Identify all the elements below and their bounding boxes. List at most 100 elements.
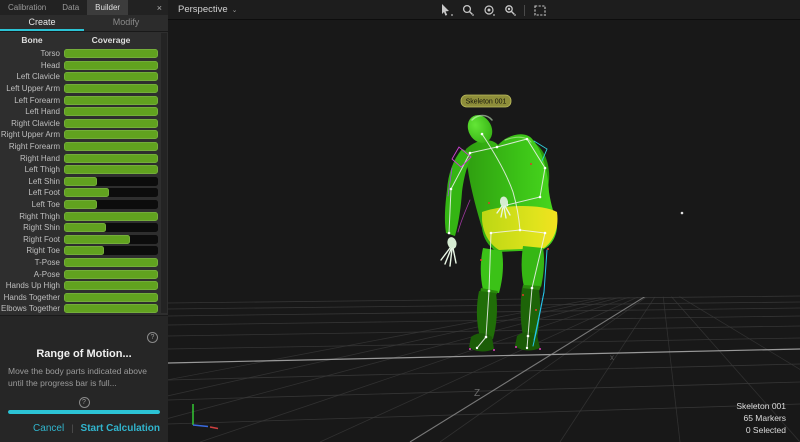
bone-row: Torso bbox=[0, 48, 168, 60]
bone-label: Left Shin bbox=[0, 177, 64, 186]
orbit-eye-icon[interactable] bbox=[482, 4, 495, 17]
coverage-bar-fill bbox=[64, 107, 158, 116]
range-of-motion-section: ? Range of Motion... Move the body parts… bbox=[0, 315, 168, 442]
selection-stats: Skeleton 001 65 Markers 0 Selected bbox=[736, 400, 786, 436]
bone-row: Left Thigh bbox=[0, 164, 168, 176]
bone-label: Right Toe bbox=[0, 246, 64, 255]
coverage-bar-fill bbox=[64, 304, 158, 313]
subtab-modify[interactable]: Modify bbox=[84, 15, 168, 31]
bone-row: A-Pose bbox=[0, 268, 168, 280]
tab-calibration[interactable]: Calibration bbox=[0, 0, 54, 15]
close-icon[interactable]: × bbox=[151, 0, 168, 15]
stray-marker-dot bbox=[681, 212, 684, 215]
toolbar-divider bbox=[524, 5, 525, 16]
start-calculation-button[interactable]: Start Calculation bbox=[81, 423, 160, 434]
bone-row: Right Upper Arm bbox=[0, 129, 168, 141]
bone-row: Left Forearm bbox=[0, 94, 168, 106]
bone-row: Left Upper Arm bbox=[0, 83, 168, 95]
coverage-bar-fill bbox=[64, 270, 158, 279]
skeleton-badge-label: Skeleton 001 bbox=[466, 99, 507, 106]
viewport-toolbar: Perspective ⌄ bbox=[168, 0, 800, 20]
scene-canvas[interactable]: Z x bbox=[168, 20, 800, 442]
bone-label: Hands Up High bbox=[0, 281, 64, 290]
bone-label: Right Shin bbox=[0, 223, 64, 232]
tab-data[interactable]: Data bbox=[54, 0, 87, 15]
bone-row: Right Shin bbox=[0, 222, 168, 234]
bone-label: Elbows Together bbox=[0, 304, 64, 313]
bone-label: Hands Together bbox=[0, 293, 64, 302]
bone-row: Right Forearm bbox=[0, 141, 168, 153]
bone-label: Right Forearm bbox=[0, 142, 64, 151]
bone-row: Left Clavicle bbox=[0, 71, 168, 83]
coverage-bar-track bbox=[64, 96, 158, 105]
coverage-bar-fill bbox=[64, 200, 97, 209]
viewport-tools bbox=[440, 0, 546, 20]
bone-label: Left Toe bbox=[0, 200, 64, 209]
column-header-coverage: Coverage bbox=[64, 35, 168, 45]
coverage-bar-fill bbox=[64, 177, 97, 186]
coverage-bar-track bbox=[64, 177, 158, 186]
axis-label-x: x bbox=[610, 353, 614, 362]
panel-tabbar: Calibration Data Builder × bbox=[0, 0, 168, 15]
bone-row: Right Foot bbox=[0, 234, 168, 246]
coverage-bar-track bbox=[64, 223, 158, 232]
coverage-bar-fill bbox=[64, 49, 158, 58]
coverage-bar-track bbox=[64, 49, 158, 58]
skeleton-figure bbox=[441, 111, 557, 352]
left-hand bbox=[441, 236, 458, 266]
bone-label: Right Clavicle bbox=[0, 119, 64, 128]
viewport-3d[interactable]: Perspective ⌄ bbox=[168, 0, 800, 442]
bone-row: Left Hand bbox=[0, 106, 168, 118]
stats-skeleton-name: Skeleton 001 bbox=[736, 400, 786, 412]
coverage-bar-fill bbox=[64, 258, 158, 267]
bone-row: Left Foot bbox=[0, 187, 168, 199]
perspective-dropdown[interactable]: Perspective ⌄ bbox=[168, 4, 248, 15]
rom-description: Move the body parts indicated above unti… bbox=[8, 366, 160, 390]
help-icon-secondary[interactable]: ? bbox=[79, 397, 90, 408]
coverage-bar-track bbox=[64, 61, 158, 70]
coverage-bar-track bbox=[64, 304, 158, 313]
coverage-bar-track bbox=[64, 154, 158, 163]
builder-subtabs: Create Modify bbox=[0, 15, 168, 32]
button-separator: | bbox=[71, 423, 73, 433]
coverage-bar-track bbox=[64, 107, 158, 116]
bone-label: Right Hand bbox=[0, 154, 64, 163]
bone-row: Right Hand bbox=[0, 152, 168, 164]
coverage-bar-track bbox=[64, 72, 158, 81]
coverage-bar-fill bbox=[64, 61, 158, 70]
skeleton-badge: Skeleton 001 bbox=[461, 95, 511, 107]
stats-selected-count: 0 Selected bbox=[736, 424, 786, 436]
bone-row: Hands Up High bbox=[0, 280, 168, 292]
bone-list: TorsoHeadLeft ClavicleLeft Upper ArmLeft… bbox=[0, 47, 168, 315]
bone-row: Left Toe bbox=[0, 199, 168, 211]
bone-row: Right Thigh bbox=[0, 210, 168, 222]
coverage-bar-fill bbox=[64, 246, 104, 255]
origin-axis-gizmo bbox=[193, 404, 218, 429]
bone-label: Head bbox=[0, 61, 64, 70]
coverage-bar-track bbox=[64, 235, 158, 244]
coverage-bar-track bbox=[64, 258, 158, 267]
coverage-bar-fill bbox=[64, 165, 158, 174]
subtab-create[interactable]: Create bbox=[0, 15, 84, 31]
tab-builder[interactable]: Builder bbox=[87, 0, 128, 15]
bone-label: Right Foot bbox=[0, 235, 64, 244]
marquee-select-icon[interactable] bbox=[533, 4, 546, 17]
bone-label: Left Clavicle bbox=[0, 72, 64, 81]
bone-row: Left Shin bbox=[0, 176, 168, 188]
cancel-button[interactable]: Cancel bbox=[33, 423, 64, 434]
bone-row: Elbows Together bbox=[0, 303, 168, 315]
bone-label: A-Pose bbox=[0, 270, 64, 279]
bone-label: Torso bbox=[0, 49, 64, 58]
stats-marker-count: 65 Markers bbox=[736, 412, 786, 424]
zoom-icon[interactable] bbox=[461, 4, 474, 17]
pan-select-icon[interactable] bbox=[503, 4, 516, 17]
panel-scrollbar[interactable] bbox=[161, 33, 167, 313]
bone-row: Head bbox=[0, 60, 168, 72]
cursor-icon[interactable] bbox=[440, 4, 453, 17]
coverage-bar-fill bbox=[64, 293, 158, 302]
help-icon[interactable]: ? bbox=[147, 332, 158, 343]
bone-row: Right Clavicle bbox=[0, 118, 168, 130]
coverage-bar-fill bbox=[64, 96, 158, 105]
coverage-bar-track bbox=[64, 212, 158, 221]
column-header-bone: Bone bbox=[0, 35, 64, 45]
